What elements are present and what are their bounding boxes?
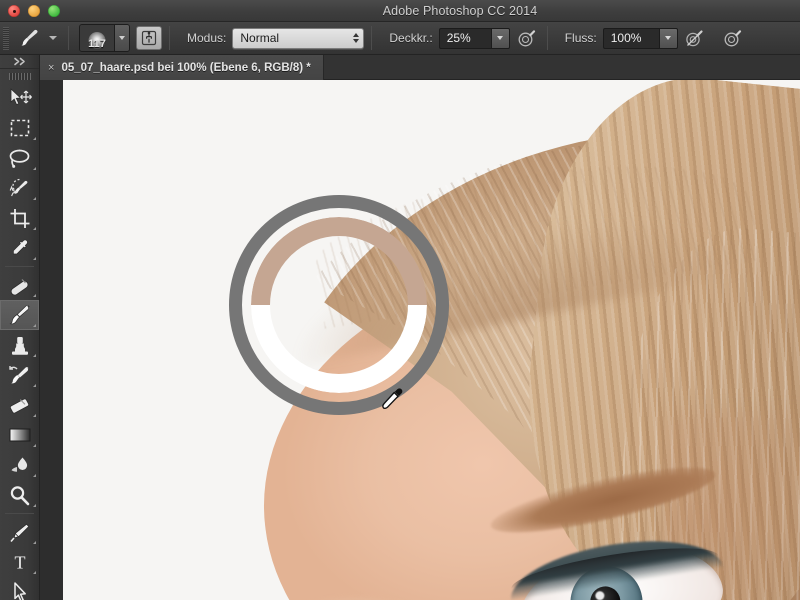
hud-color-ring[interactable] — [229, 195, 449, 415]
divider — [68, 26, 69, 50]
eyedropper-cursor-icon — [381, 386, 407, 416]
double-chevron-right-icon[interactable] — [0, 55, 39, 69]
pen-tool[interactable] — [0, 517, 39, 547]
drag-grip-icon[interactable] — [0, 69, 39, 83]
window-title-bar: Adobe Photoshop CC 2014 — [0, 0, 800, 22]
clone-stamp-tool[interactable] — [0, 330, 39, 360]
opacity-input[interactable]: 25% — [438, 27, 491, 49]
airbrush-icon[interactable] — [682, 26, 708, 50]
flow-control[interactable]: 100% — [602, 27, 678, 49]
tablet-pressure-size-icon[interactable] — [720, 26, 746, 50]
divider — [546, 26, 548, 50]
divider — [5, 513, 34, 514]
flow-label: Fluss: — [564, 31, 597, 45]
brush-panel-icon[interactable] — [136, 26, 162, 50]
gradient-tool[interactable] — [0, 420, 39, 450]
opacity-control[interactable]: 25% — [438, 27, 510, 49]
flow-chevron-down-icon[interactable] — [658, 27, 678, 49]
opacity-chevron-down-icon[interactable] — [490, 27, 510, 49]
soft-round-brush-icon[interactable]: 117 — [80, 25, 114, 51]
lasso-tool[interactable] — [0, 143, 39, 173]
brush-icon[interactable] — [14, 26, 44, 51]
move-tool[interactable] — [0, 83, 39, 113]
document-artboard[interactable] — [63, 80, 800, 600]
tools-panel: T — [0, 55, 40, 600]
brush-preset-picker[interactable]: 117 — [79, 24, 130, 52]
flow-input[interactable]: 100% — [602, 27, 659, 49]
tool-preset-chevron-down-icon[interactable] — [49, 36, 57, 40]
blur-tool[interactable] — [0, 450, 39, 480]
document-tab-title: 05_07_haare.psd bei 100% (Ebene 6, RGB/8… — [61, 61, 311, 74]
stepper-icon[interactable] — [353, 33, 360, 43]
opacity-label: Deckkr.: — [389, 31, 433, 45]
brush-tool[interactable] — [0, 300, 39, 330]
eraser-tool[interactable] — [0, 390, 39, 420]
photoshop-window: Adobe Photoshop CC 2014 117 Modus: Norma… — [0, 0, 800, 600]
history-brush-tool[interactable] — [0, 360, 39, 390]
blend-mode-select[interactable]: Normal — [232, 27, 365, 49]
canvas-area[interactable] — [40, 80, 800, 600]
blend-mode-value: Normal — [240, 31, 280, 45]
eyedropper-tool[interactable] — [0, 233, 39, 263]
options-bar: 117 Modus: Normal Deckkr.: 25% Fluss: 10… — [0, 22, 800, 55]
canvas-background — [40, 80, 63, 600]
path-selection-tool[interactable] — [0, 577, 39, 600]
options-bar-grip[interactable] — [3, 26, 9, 50]
crop-tool[interactable] — [0, 203, 39, 233]
hud-color-swatch-ring[interactable] — [251, 217, 427, 393]
tablet-pressure-opacity-icon[interactable] — [514, 26, 540, 50]
divider — [5, 266, 34, 267]
type-tool[interactable]: T — [0, 547, 39, 577]
rectangular-marquee-tool[interactable] — [0, 113, 39, 143]
quick-selection-tool[interactable] — [0, 173, 39, 203]
brush-size-value: 117 — [88, 38, 106, 50]
document-tab[interactable]: × 05_07_haare.psd bei 100% (Ebene 6, RGB… — [40, 55, 324, 80]
dodge-tool[interactable] — [0, 480, 39, 510]
spot-healing-brush-tool[interactable] — [0, 270, 39, 300]
close-icon[interactable]: × — [48, 62, 54, 74]
document-tab-bar: × 05_07_haare.psd bei 100% (Ebene 6, RGB… — [40, 55, 800, 80]
brush-preset-chevron-down-icon[interactable] — [114, 25, 129, 51]
divider — [169, 26, 170, 50]
app-title: Adobe Photoshop CC 2014 — [382, 4, 538, 18]
svg-text:T: T — [14, 553, 25, 573]
divider — [371, 26, 373, 50]
mode-label: Modus: — [187, 31, 227, 45]
eye-glint — [594, 590, 606, 600]
